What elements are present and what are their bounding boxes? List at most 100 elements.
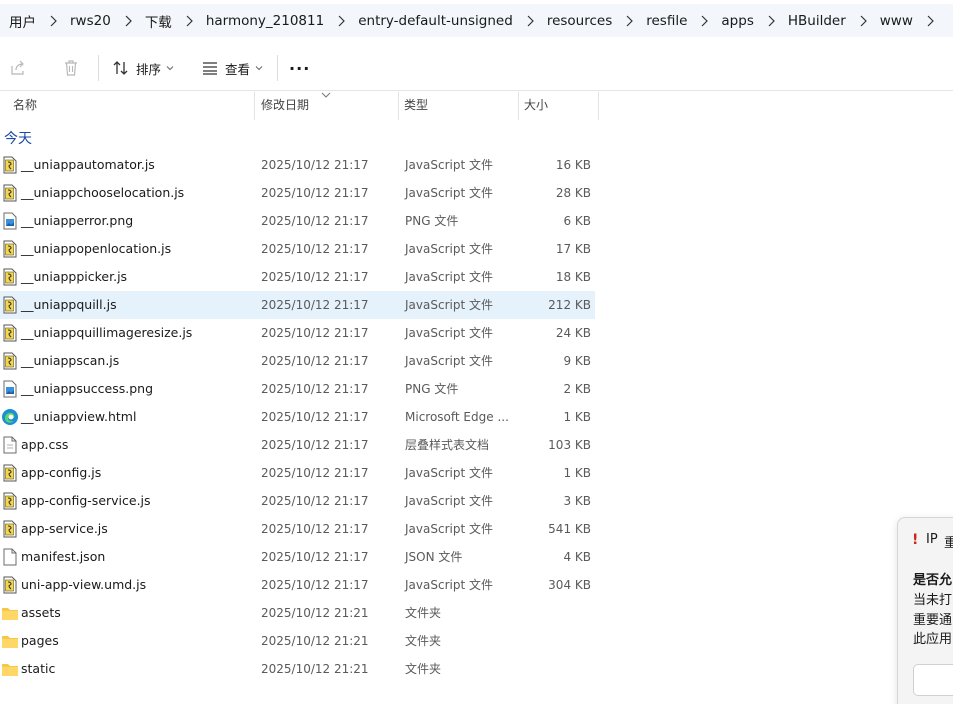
more-icon: ··· bbox=[289, 58, 311, 78]
file-row[interactable]: __uniappautomator.js 2025/10/12 21:17 Java… bbox=[0, 151, 595, 179]
file-type: JavaScript 文件 bbox=[405, 522, 493, 536]
file-name[interactable]: __uniappopenlocation.js bbox=[21, 235, 171, 263]
chevron-right-icon[interactable] bbox=[754, 13, 788, 28]
json-file-icon bbox=[1, 548, 19, 566]
file-name[interactable]: __uniappquill.js bbox=[21, 291, 117, 319]
chevron-right-icon[interactable] bbox=[513, 13, 547, 28]
file-row[interactable]: __uniappchooselocation.js 2025/10/12 21:1… bbox=[0, 179, 595, 207]
file-row[interactable]: __uniappquillimageresize.js 2025/10/12 21… bbox=[0, 319, 595, 347]
file-size: 28 KB bbox=[555, 186, 591, 200]
column-size-header[interactable]: 大小 bbox=[518, 92, 548, 120]
breadcrumb-item[interactable]: 用户 bbox=[9, 11, 36, 31]
breadcrumb-item[interactable]: harmony_210811 bbox=[206, 13, 324, 29]
file-name[interactable]: app-config-service.js bbox=[21, 487, 151, 515]
breadcrumb-item[interactable]: resfile bbox=[646, 13, 687, 29]
column-date-header[interactable]: 修改日期 bbox=[255, 92, 309, 120]
breadcrumb-item[interactable]: rws20 bbox=[70, 13, 111, 29]
file-row[interactable]: manifest.json 2025/10/12 21:17 JSON 文件 4 KB bbox=[0, 543, 595, 571]
image-file-icon bbox=[1, 380, 19, 398]
file-size: 16 KB bbox=[555, 158, 591, 172]
sort-button[interactable]: 排序 bbox=[112, 53, 174, 83]
breadcrumb-item[interactable]: HBuilder bbox=[788, 13, 846, 29]
file-name[interactable]: pages bbox=[21, 627, 59, 655]
file-row[interactable]: __uniappquill.js 2025/10/12 21:17 JavaScri… bbox=[0, 291, 595, 319]
file-row[interactable]: app-config-service.js 2025/10/12 21:17 Jav… bbox=[0, 487, 595, 515]
delete-icon[interactable] bbox=[58, 55, 84, 81]
file-row[interactable]: assets 2025/10/12 21:21 文件夹 bbox=[0, 599, 595, 627]
file-type: JavaScript 文件 bbox=[405, 326, 493, 340]
file-row[interactable]: app-config.js 2025/10/12 21:17 JavaScript … bbox=[0, 459, 595, 487]
file-name[interactable]: __uniappquillimageresize.js bbox=[21, 319, 192, 347]
file-type: JavaScript 文件 bbox=[405, 578, 493, 592]
file-size: 18 KB bbox=[555, 270, 591, 284]
file-name[interactable]: manifest.json bbox=[21, 543, 105, 571]
file-row[interactable]: __uniappview.html 2025/10/12 21:17 Microso… bbox=[0, 403, 595, 431]
file-date: 2025/10/12 21:21 bbox=[261, 606, 369, 620]
file-row[interactable]: app.css 2025/10/12 21:17 层叠样式表文档 103 KB bbox=[0, 431, 595, 459]
sort-icon bbox=[113, 61, 128, 75]
file-date: 2025/10/12 21:17 bbox=[261, 550, 369, 564]
file-size: 3 KB bbox=[563, 494, 591, 508]
file-size: 541 KB bbox=[548, 522, 591, 536]
file-name[interactable]: __uniappchooselocation.js bbox=[21, 179, 184, 207]
file-date: 2025/10/12 21:17 bbox=[261, 354, 369, 368]
folder-icon bbox=[1, 604, 19, 622]
share-icon[interactable] bbox=[5, 55, 31, 81]
breadcrumb-item[interactable]: www bbox=[880, 13, 913, 29]
file-name[interactable]: static bbox=[21, 655, 55, 683]
file-row[interactable]: static 2025/10/12 21:21 文件夹 bbox=[0, 655, 595, 683]
file-row[interactable]: uni-app-view.umd.js 2025/10/12 21:17 JavaS… bbox=[0, 571, 595, 599]
file-name[interactable]: app-service.js bbox=[21, 515, 108, 543]
file-row[interactable]: __uniapppicker.js 2025/10/12 21:17 JavaScr… bbox=[0, 263, 595, 291]
toolbar: 排序 查看 ··· bbox=[0, 46, 953, 91]
js-file-icon bbox=[1, 464, 19, 482]
chevron-down-icon bbox=[166, 66, 174, 71]
file-date: 2025/10/12 21:17 bbox=[261, 158, 369, 172]
file-name[interactable]: __uniappautomator.js bbox=[21, 151, 155, 179]
chevron-right-icon[interactable] bbox=[612, 13, 646, 28]
view-icon bbox=[203, 62, 218, 75]
column-divider[interactable] bbox=[598, 92, 599, 120]
file-name[interactable]: __uniappscan.js bbox=[21, 347, 119, 375]
chevron-right-icon[interactable] bbox=[36, 13, 70, 28]
chevron-right-icon[interactable] bbox=[111, 13, 145, 28]
file-row[interactable]: app-service.js 2025/10/12 21:17 JavaScript… bbox=[0, 515, 595, 543]
file-name[interactable]: __uniapperror.png bbox=[21, 207, 133, 235]
file-name[interactable]: app.css bbox=[21, 431, 68, 459]
dialog-title: 重 bbox=[944, 532, 953, 551]
js-file-icon bbox=[1, 156, 19, 174]
file-type: JavaScript 文件 bbox=[405, 186, 493, 200]
file-name[interactable]: uni-app-view.umd.js bbox=[21, 571, 146, 599]
breadcrumb-item[interactable]: resources bbox=[547, 13, 612, 29]
chevron-right-icon[interactable] bbox=[324, 13, 358, 28]
chevron-right-icon[interactable] bbox=[687, 13, 721, 28]
dialog-button[interactable] bbox=[913, 664, 953, 696]
file-row[interactable]: __uniappsuccess.png 2025/10/12 21:17 PNG 文… bbox=[0, 375, 595, 403]
file-row[interactable]: __uniapperror.png 2025/10/12 21:17 PNG 文件 6… bbox=[0, 207, 595, 235]
file-type: JavaScript 文件 bbox=[405, 494, 493, 508]
group-header-today[interactable]: 今天 bbox=[4, 128, 32, 148]
file-row[interactable]: __uniappopenlocation.js 2025/10/12 21:17 J… bbox=[0, 235, 595, 263]
chevron-right-icon[interactable] bbox=[172, 13, 206, 28]
chevron-right-icon[interactable] bbox=[846, 13, 880, 28]
file-name[interactable]: app-config.js bbox=[21, 459, 101, 487]
file-size: 1 KB bbox=[563, 466, 591, 480]
js-file-icon bbox=[1, 520, 19, 538]
file-name[interactable]: __uniappsuccess.png bbox=[21, 375, 153, 403]
breadcrumb-item[interactable]: entry-default-unsigned bbox=[358, 13, 513, 29]
chevron-right-icon[interactable] bbox=[913, 13, 947, 28]
view-button[interactable]: 查看 bbox=[201, 53, 263, 83]
column-name-header[interactable]: 名称 bbox=[7, 92, 37, 120]
breadcrumb-item[interactable]: 下载 bbox=[145, 11, 172, 31]
column-type-header[interactable]: 类型 bbox=[398, 92, 428, 120]
file-row[interactable]: pages 2025/10/12 21:21 文件夹 bbox=[0, 627, 595, 655]
file-row[interactable]: __uniappscan.js 2025/10/12 21:17 JavaScrip… bbox=[0, 347, 595, 375]
breadcrumb-item[interactable]: apps bbox=[721, 13, 753, 29]
more-options-button[interactable]: ··· bbox=[289, 53, 310, 83]
file-name[interactable]: __uniappview.html bbox=[21, 403, 136, 431]
file-name[interactable]: __uniapppicker.js bbox=[21, 263, 127, 291]
dialog-heading: 是否允 bbox=[913, 573, 953, 588]
file-date: 2025/10/12 21:17 bbox=[261, 522, 369, 536]
file-size: 103 KB bbox=[548, 438, 591, 452]
file-name[interactable]: assets bbox=[21, 599, 61, 627]
